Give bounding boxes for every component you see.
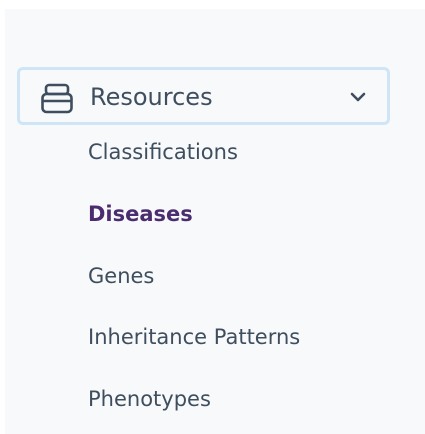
- resources-menu-label: Resources: [90, 83, 213, 111]
- resources-menu-toggle[interactable]: Resources: [17, 67, 390, 125]
- jar-icon: [41, 83, 73, 114]
- submenu-item-genes[interactable]: Genes: [88, 263, 154, 289]
- submenu-item-classifications[interactable]: Classifications: [88, 139, 238, 165]
- submenu-item-phenotypes[interactable]: Phenotypes: [88, 386, 211, 412]
- submenu-item-inheritance-patterns[interactable]: Inheritance Patterns: [88, 324, 300, 350]
- sidebar-panel: Resources Classifications Diseases Genes…: [5, 9, 425, 434]
- submenu-item-diseases[interactable]: Diseases: [88, 201, 193, 227]
- chevron-down-icon[interactable]: [349, 88, 367, 106]
